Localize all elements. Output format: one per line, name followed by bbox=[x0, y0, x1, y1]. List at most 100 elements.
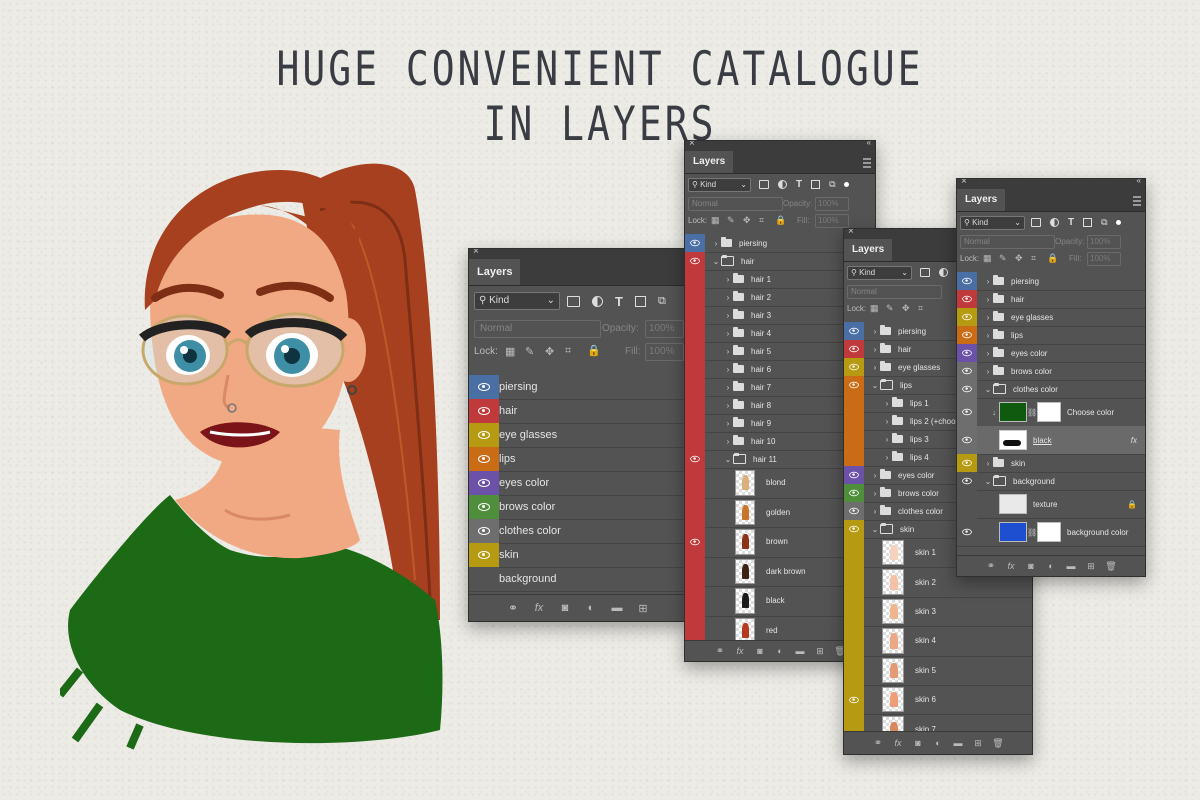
visibility-toggle[interactable] bbox=[469, 471, 499, 495]
visibility-toggle[interactable] bbox=[957, 454, 977, 472]
eye-icon[interactable] bbox=[849, 471, 859, 479]
lock-transparent-icon[interactable]: ▦ bbox=[983, 253, 992, 264]
visibility-toggle[interactable] bbox=[844, 626, 864, 656]
new-group-icon[interactable]: ▬ bbox=[1061, 561, 1081, 571]
eye-icon[interactable] bbox=[962, 528, 972, 536]
eye-icon[interactable] bbox=[690, 257, 700, 265]
chevron-right-icon[interactable]: › bbox=[870, 507, 880, 516]
layer-row[interactable]: › skin bbox=[957, 454, 1145, 473]
layer-row[interactable]: clothes color bbox=[469, 519, 687, 544]
visibility-toggle[interactable] bbox=[685, 360, 705, 378]
lock-all-icon[interactable]: 🔒 bbox=[775, 215, 786, 226]
panel-menu-icon[interactable] bbox=[863, 158, 871, 168]
kind-filter-select[interactable]: ⚲ Kind ⌄ bbox=[474, 292, 560, 310]
chevron-right-icon[interactable]: › bbox=[983, 295, 993, 304]
layer-row[interactable]: ⌄ clothes color bbox=[957, 380, 1145, 399]
chevron-right-icon[interactable]: › bbox=[723, 347, 733, 356]
lock-transparent-icon[interactable]: ▦ bbox=[711, 215, 720, 226]
eye-icon[interactable] bbox=[690, 455, 700, 463]
visibility-toggle[interactable] bbox=[957, 272, 977, 290]
kind-filter-select[interactable]: ⚲ Kind ⌄ bbox=[960, 216, 1025, 230]
fill-field[interactable]: 100% bbox=[1087, 252, 1121, 266]
blend-mode-select[interactable]: Normal bbox=[960, 235, 1055, 249]
blend-mode-select[interactable]: Normal bbox=[847, 285, 942, 299]
layer-row[interactable]: skin bbox=[469, 543, 687, 568]
chevron-down-icon[interactable]: ⌄ bbox=[983, 477, 993, 486]
eye-icon[interactable] bbox=[849, 507, 859, 515]
panel-menu-icon[interactable] bbox=[1133, 196, 1141, 206]
eye-icon[interactable] bbox=[962, 477, 972, 485]
visibility-toggle[interactable] bbox=[685, 527, 705, 557]
chevron-right-icon[interactable]: › bbox=[983, 367, 993, 376]
eye-icon[interactable] bbox=[849, 363, 859, 371]
lock-move-icon[interactable]: ✥ bbox=[545, 345, 554, 358]
layer-row[interactable]: skin 5 bbox=[844, 655, 1032, 686]
blend-mode-select[interactable]: Normal bbox=[474, 320, 601, 338]
eye-icon[interactable] bbox=[962, 349, 972, 357]
tab-layers[interactable]: Layers bbox=[957, 189, 1006, 211]
chevron-right-icon[interactable]: › bbox=[723, 311, 733, 320]
visibility-toggle[interactable] bbox=[685, 556, 705, 586]
chevron-right-icon[interactable]: › bbox=[882, 435, 892, 444]
fx-icon[interactable]: fx bbox=[730, 646, 750, 656]
visibility-toggle[interactable] bbox=[957, 518, 977, 546]
pixel-filter-icon[interactable] bbox=[567, 296, 580, 307]
eye-icon[interactable] bbox=[962, 436, 972, 444]
eye-icon[interactable] bbox=[962, 331, 972, 339]
visibility-toggle[interactable] bbox=[844, 655, 864, 685]
chevron-right-icon[interactable]: › bbox=[723, 293, 733, 302]
chevron-right-icon[interactable]: › bbox=[723, 437, 733, 446]
close-icon[interactable]: × bbox=[689, 141, 695, 149]
eye-icon[interactable] bbox=[478, 431, 490, 439]
visibility-toggle[interactable] bbox=[844, 685, 864, 715]
lock-artboard-icon[interactable]: ⌗ bbox=[918, 303, 923, 314]
chevron-right-icon[interactable]: › bbox=[723, 383, 733, 392]
visibility-toggle[interactable] bbox=[957, 490, 977, 518]
layer-row[interactable]: › eye glasses bbox=[957, 308, 1145, 327]
chevron-right-icon[interactable]: › bbox=[723, 329, 733, 338]
visibility-toggle[interactable] bbox=[685, 450, 705, 468]
visibility-toggle[interactable] bbox=[685, 497, 705, 527]
layer-row[interactable]: skin 3 bbox=[844, 596, 1032, 628]
visibility-toggle[interactable] bbox=[469, 519, 499, 543]
tab-layers[interactable]: Layers bbox=[685, 151, 734, 173]
visibility-toggle[interactable] bbox=[844, 502, 864, 520]
chevron-right-icon[interactable]: › bbox=[983, 331, 993, 340]
visibility-toggle[interactable] bbox=[685, 306, 705, 324]
adjustment-layer-icon[interactable]: ◐ bbox=[1041, 561, 1061, 571]
eye-icon[interactable] bbox=[690, 239, 700, 247]
delete-layer-icon[interactable]: 🗑 bbox=[988, 738, 1008, 749]
lock-artboard-icon[interactable]: ⌗ bbox=[1031, 253, 1036, 264]
filter-toggle-icon[interactable] bbox=[1115, 220, 1121, 225]
chevron-down-icon[interactable]: ⌄ bbox=[870, 525, 880, 534]
smart-object-filter-icon[interactable]: ⧉ bbox=[829, 179, 835, 190]
chevron-right-icon[interactable]: › bbox=[723, 365, 733, 374]
chevron-down-icon[interactable]: ⌄ bbox=[723, 455, 733, 464]
kind-filter-select[interactable]: ⚲ Kind ⌄ bbox=[847, 266, 912, 280]
pixel-filter-icon[interactable] bbox=[1031, 218, 1041, 227]
layer-row[interactable]: › hair bbox=[957, 290, 1145, 309]
visibility-toggle[interactable] bbox=[957, 398, 977, 426]
lock-paint-icon[interactable]: ✎ bbox=[525, 345, 534, 358]
eye-icon[interactable] bbox=[478, 551, 490, 559]
visibility-toggle[interactable] bbox=[844, 448, 864, 466]
eye-icon[interactable] bbox=[849, 327, 859, 335]
chevron-right-icon[interactable]: › bbox=[723, 401, 733, 410]
pixel-filter-icon[interactable] bbox=[759, 180, 769, 189]
eye-icon[interactable] bbox=[962, 313, 972, 321]
collapse-icon[interactable]: « bbox=[867, 141, 871, 147]
link-layers-icon[interactable]: ⚭ bbox=[981, 561, 1001, 572]
visibility-toggle[interactable] bbox=[844, 538, 864, 568]
visibility-toggle[interactable] bbox=[844, 340, 864, 358]
layer-row[interactable]: eye glasses bbox=[469, 423, 687, 448]
fill-field[interactable]: 100% bbox=[815, 214, 849, 228]
layer-row[interactable]: piersing bbox=[469, 375, 687, 400]
eye-icon[interactable] bbox=[849, 489, 859, 497]
layer-row[interactable]: background bbox=[469, 567, 687, 592]
visibility-toggle[interactable] bbox=[469, 495, 499, 519]
filter-toggle-icon[interactable] bbox=[843, 182, 849, 187]
lock-move-icon[interactable]: ✥ bbox=[902, 303, 910, 314]
kind-filter-select[interactable]: ⚲ Kind ⌄ bbox=[688, 178, 751, 192]
adjustment-layer-icon[interactable]: ◐ bbox=[928, 738, 948, 748]
add-mask-icon[interactable]: ◙ bbox=[750, 646, 770, 656]
